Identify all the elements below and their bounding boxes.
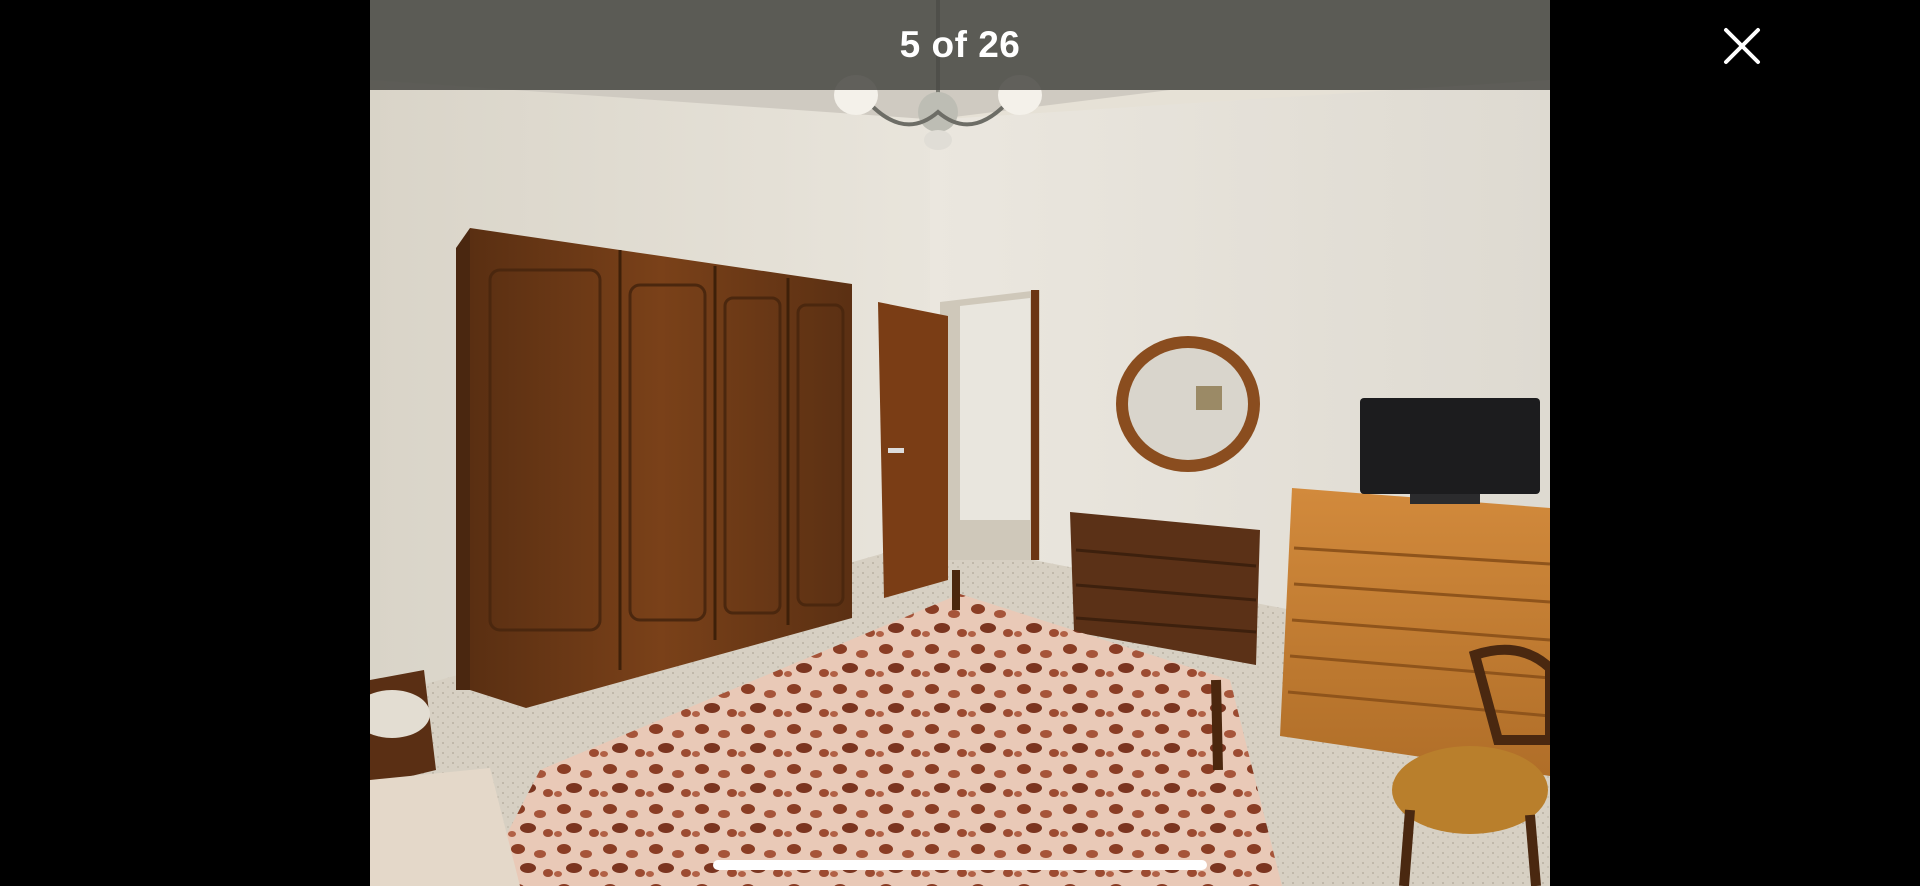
photo-viewer: 5 of 26 bbox=[0, 0, 1920, 886]
close-icon bbox=[1724, 28, 1760, 64]
bedroom-photo[interactable] bbox=[370, 0, 1550, 886]
photo-counter: 5 of 26 bbox=[899, 24, 1021, 65]
home-indicator-bar[interactable] bbox=[713, 860, 1207, 870]
close-button[interactable] bbox=[1716, 20, 1768, 72]
photo-counter-bar: 5 of 26 bbox=[370, 0, 1550, 90]
